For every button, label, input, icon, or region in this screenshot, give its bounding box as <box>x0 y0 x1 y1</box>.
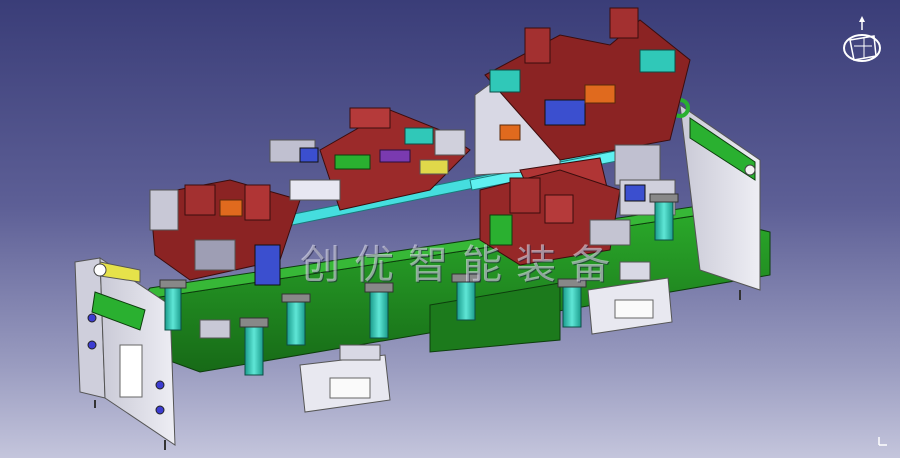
watermark-text: 创优智能装备 <box>300 242 624 288</box>
compass-axis-icon[interactable] <box>840 16 886 66</box>
cad-viewport[interactable]: 创优智能装备 <box>0 0 900 458</box>
support-box-center[interactable] <box>299 354 391 413</box>
axis-triad-icon <box>878 437 887 446</box>
fixture-model[interactable] <box>0 0 900 458</box>
